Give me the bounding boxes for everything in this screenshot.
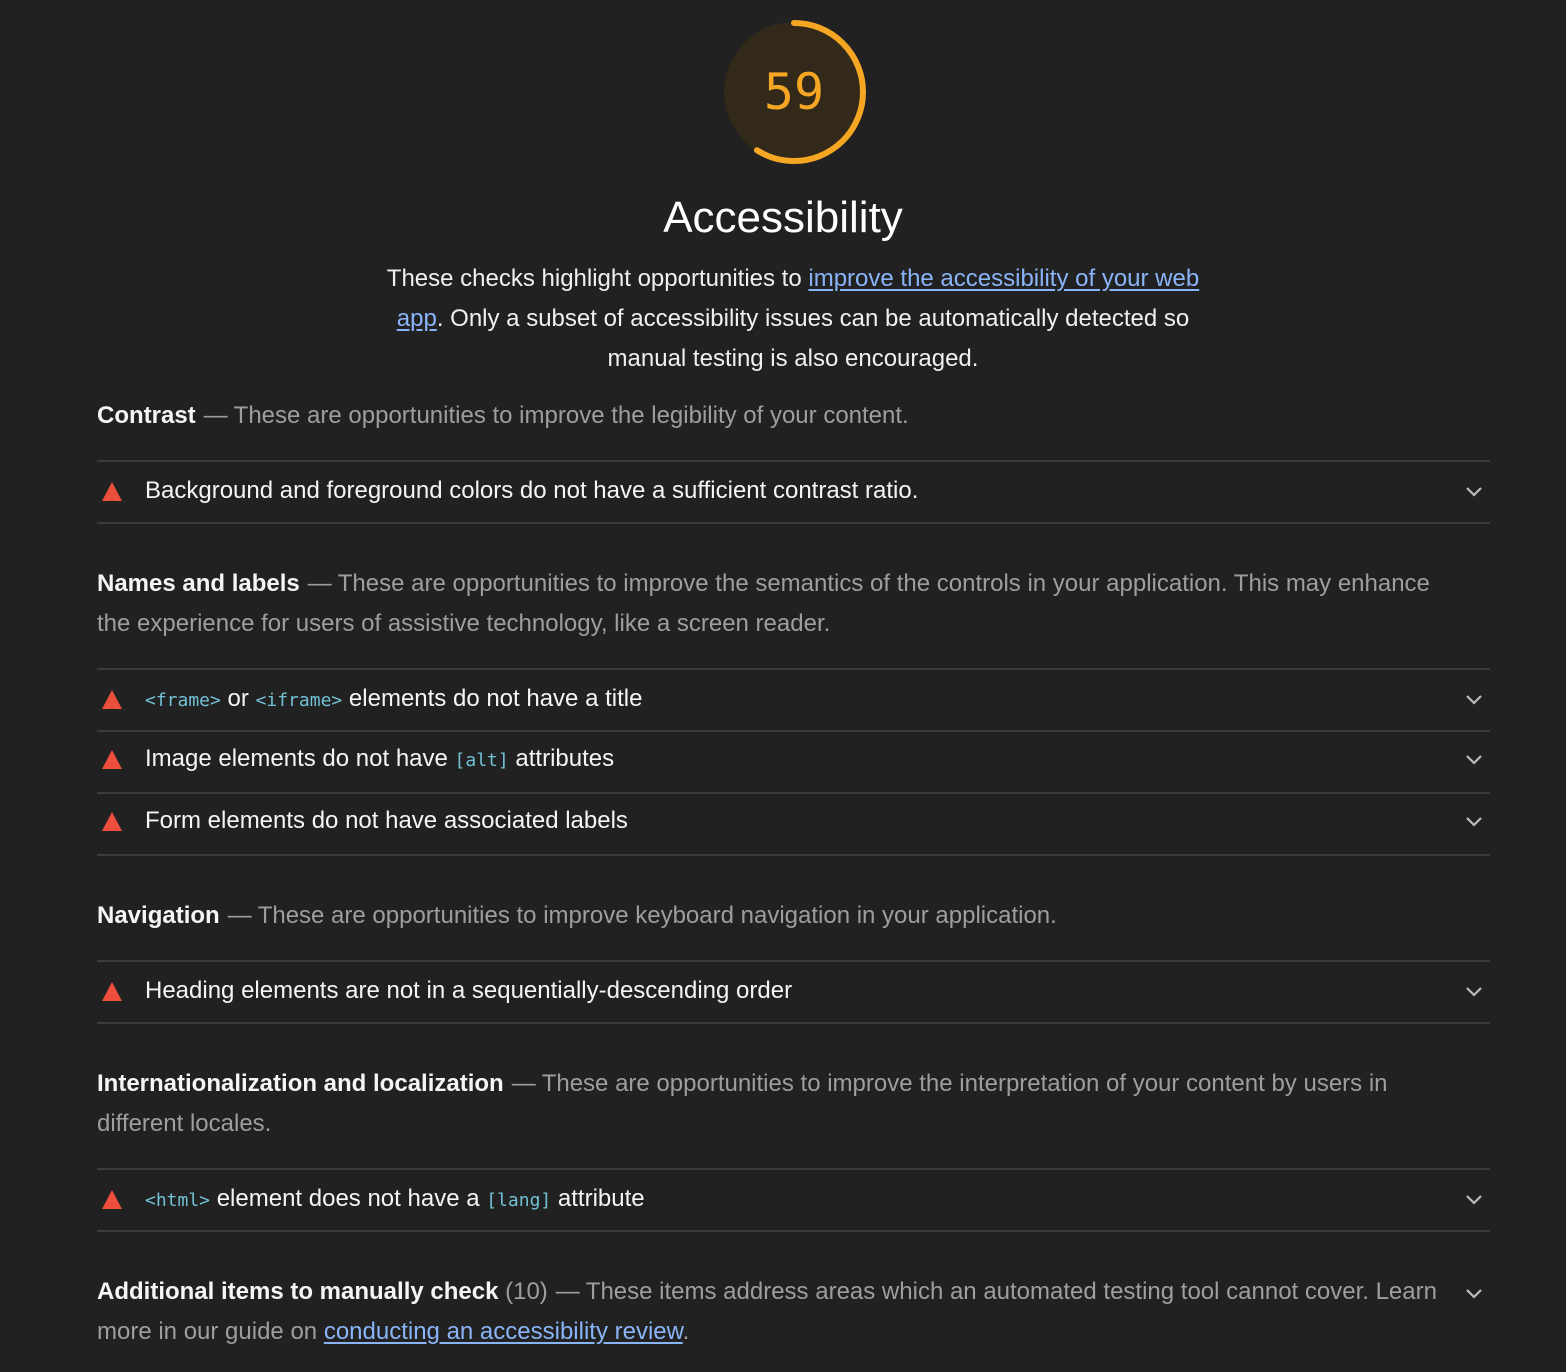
audit-html-lang[interactable]: <html> element does not have a [lang] at… <box>97 1168 1490 1232</box>
audit-color-contrast[interactable]: Background and foreground colors do not … <box>97 460 1490 524</box>
audit-title-text: elements do not have a title <box>342 685 643 712</box>
audit-title: Image elements do not have [alt] attribu… <box>145 739 614 781</box>
audit-title: <frame> or <iframe> elements do not have… <box>145 679 642 721</box>
audit-title: Background and foreground colors do not … <box>145 477 919 504</box>
triangle-warning-icon <box>102 1190 122 1209</box>
group-header-internationalization: Internationalization and localization — Th… <box>97 1064 1437 1144</box>
audit-frame-title[interactable]: <frame> or <iframe> elements do not have… <box>97 668 1490 732</box>
chevron-down-icon[interactable] <box>1464 749 1484 769</box>
triangle-warning-icon <box>102 750 122 769</box>
audit-image-alt[interactable]: Image elements do not have [alt] attribu… <box>97 730 1490 794</box>
triangle-warning-icon <box>102 812 122 831</box>
group-header-navigation: Navigation — These are opportunities to im… <box>97 896 1437 936</box>
group-name: Additional items to manually check <box>97 1278 499 1305</box>
group-name: Navigation <box>97 902 220 929</box>
chevron-down-icon[interactable] <box>1464 1189 1484 1209</box>
score-gauge: 59 <box>718 16 870 168</box>
category-description: These checks highlight opportunities to … <box>383 259 1203 379</box>
triangle-warning-icon <box>102 982 122 1001</box>
chevron-down-icon[interactable] <box>1464 481 1484 501</box>
group-dash: — <box>555 1278 580 1305</box>
code-lang: [lang] <box>486 1190 552 1211</box>
accessibility-review-link[interactable]: conducting an accessibility review <box>324 1318 683 1345</box>
chevron-down-icon[interactable] <box>1464 981 1484 1001</box>
audit-title-text: attributes <box>508 745 615 772</box>
audit-title-text: or <box>220 685 256 712</box>
group-dash: — <box>511 1070 536 1097</box>
group-description: These are opportunities to improve the l… <box>233 402 909 429</box>
chevron-down-icon[interactable] <box>1464 811 1484 831</box>
lighthouse-accessibility-report: 59 Accessibility These checks highlight … <box>0 0 1566 1372</box>
group-dash: — <box>307 570 332 597</box>
group-description-end: . <box>682 1318 690 1345</box>
code-frame: <frame> <box>145 690 221 711</box>
manual-checks-header[interactable]: Additional items to manually check (10) —… <box>97 1272 1490 1352</box>
audit-title-text: Image elements do not have <box>145 745 455 772</box>
group-header-names-labels: Names and labels — These are opportunities… <box>97 564 1437 644</box>
audit-title-text: element does not have a <box>210 1185 487 1212</box>
group-name: Names and labels <box>97 570 300 597</box>
code-iframe: <iframe> <box>255 690 343 711</box>
code-html: <html> <box>145 1190 211 1211</box>
group-header-contrast: Contrast — These are opportunities to impr… <box>97 396 1437 436</box>
category-title: Accessibility <box>663 193 903 242</box>
group-description: These are opportunities to improve keybo… <box>257 902 1057 929</box>
group-dash: — <box>227 902 252 929</box>
audit-label[interactable]: Form elements do not have associated lab… <box>97 792 1490 856</box>
group-dash: — <box>203 402 228 429</box>
audit-title: Heading elements are not in a sequential… <box>145 977 793 1004</box>
group-name: Contrast <box>97 402 196 429</box>
category-description-text-end: . Only a subset of accessibility issues … <box>436 305 1190 372</box>
audit-title: Form elements do not have associated lab… <box>145 807 628 834</box>
category-description-text: These checks highlight opportunities to <box>386 265 809 292</box>
score-value: 59 <box>763 63 825 121</box>
audit-heading-order[interactable]: Heading elements are not in a sequential… <box>97 960 1490 1024</box>
audit-title: <html> element does not have a [lang] at… <box>145 1179 645 1221</box>
chevron-down-icon[interactable] <box>1464 689 1484 709</box>
code-alt: [alt] <box>454 750 509 771</box>
triangle-warning-icon <box>102 482 122 501</box>
triangle-warning-icon <box>102 690 122 709</box>
audit-title-text: attribute <box>551 1185 645 1212</box>
group-name: Internationalization and localization <box>97 1070 504 1097</box>
chevron-down-icon[interactable] <box>1464 1283 1484 1303</box>
manual-count: (10) <box>505 1278 548 1305</box>
